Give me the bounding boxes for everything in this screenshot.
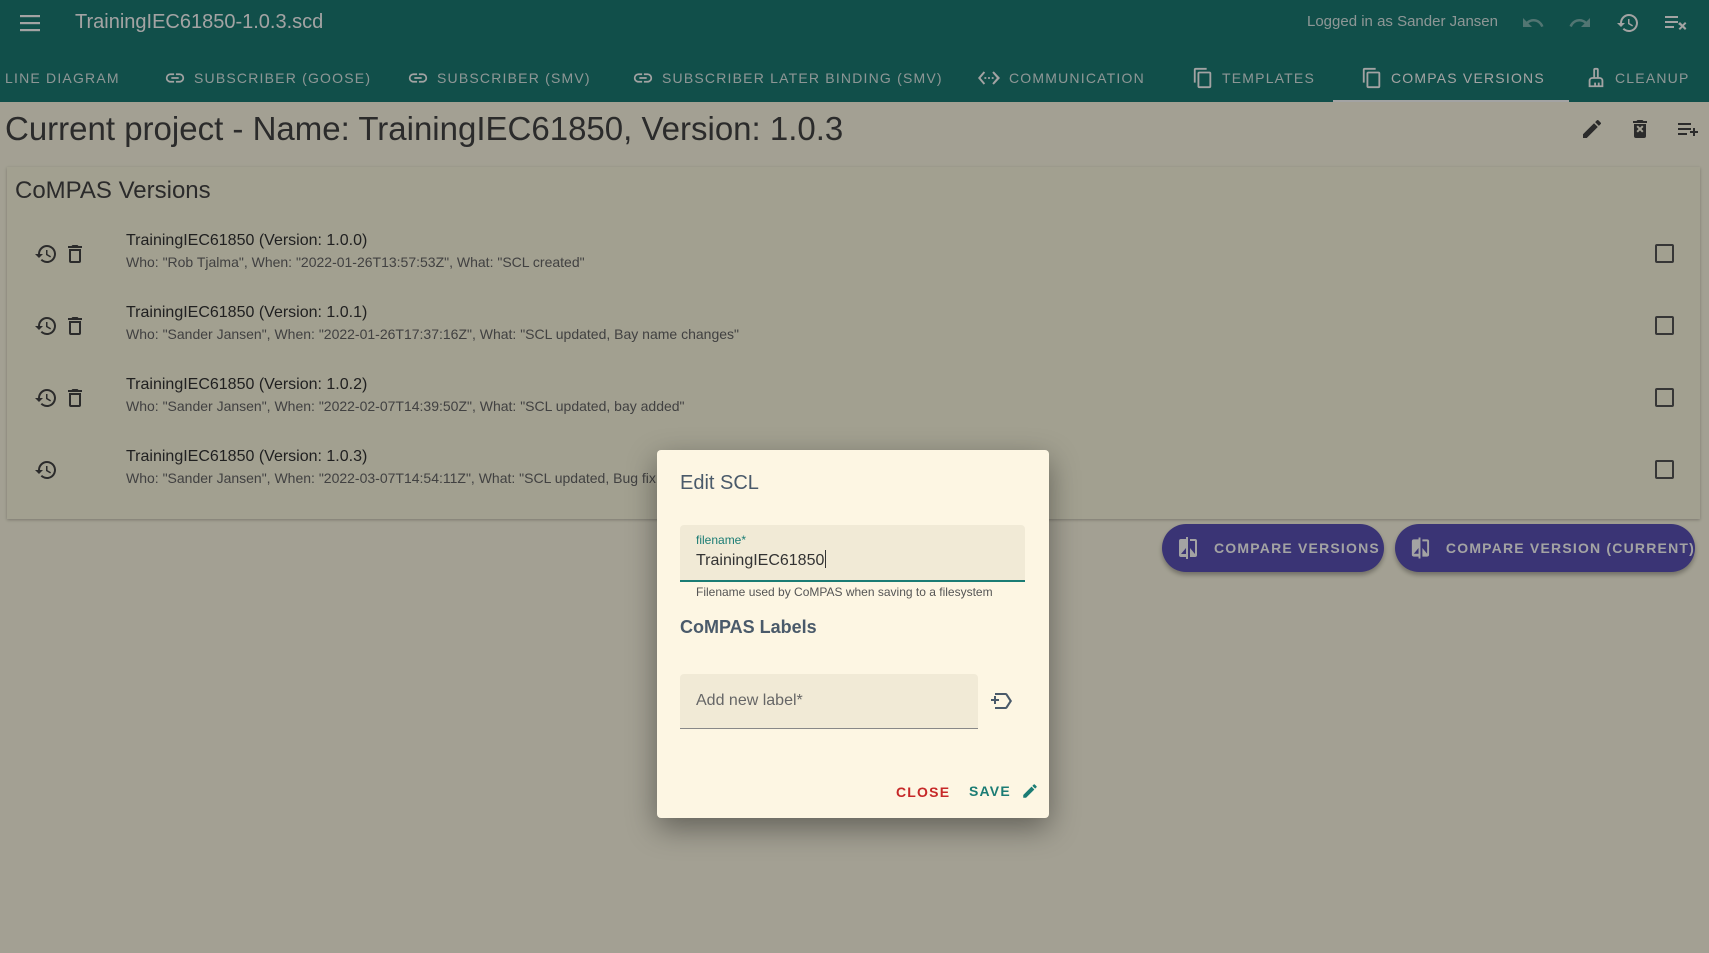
filename-input[interactable]: TrainingIEC61850 xyxy=(696,552,824,569)
save-button[interactable]: SAVE xyxy=(969,782,1039,800)
filename-helper-text: Filename used by CoMPAS when saving to a… xyxy=(696,585,993,599)
new-label-field[interactable]: Add new label* xyxy=(680,674,978,729)
save-label: SAVE xyxy=(969,783,1011,799)
edit-icon xyxy=(1023,784,1037,798)
filename-label: filename* xyxy=(696,533,747,547)
filename-field[interactable]: filename* TrainingIEC61850 xyxy=(680,525,1025,582)
new-label-input[interactable]: Add new label* xyxy=(696,692,803,710)
text-caret xyxy=(825,550,827,568)
edit-scl-dialog: Edit SCL filename* TrainingIEC61850 File… xyxy=(657,450,1049,818)
close-button[interactable]: CLOSE xyxy=(896,784,950,800)
dialog-title: Edit SCL xyxy=(680,472,759,494)
filename-value-wrap: TrainingIEC61850 xyxy=(696,550,827,570)
add-label-icon[interactable] xyxy=(990,689,1014,713)
labels-section-title: CoMPAS Labels xyxy=(680,617,817,637)
